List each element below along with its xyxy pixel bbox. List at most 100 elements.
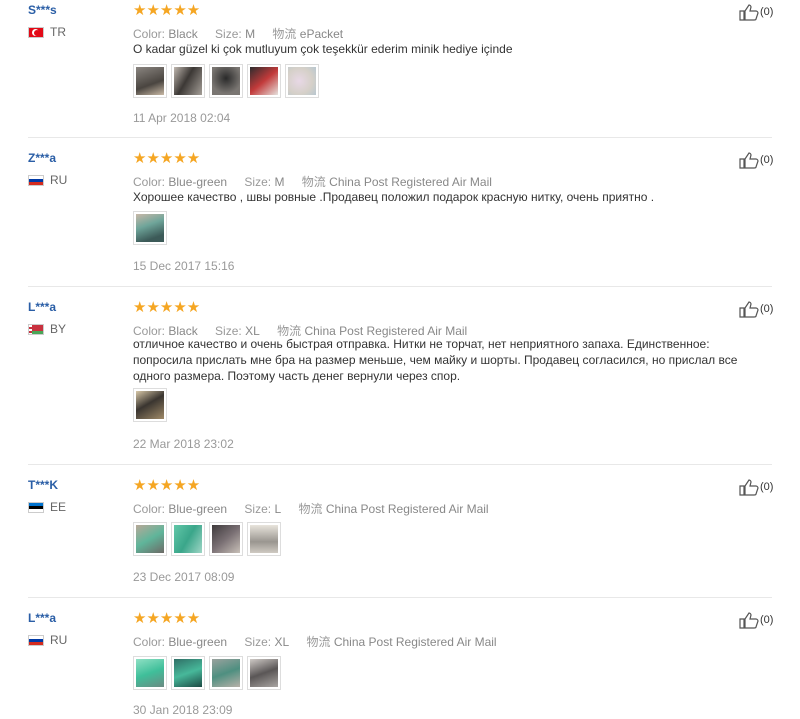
reviewer-name[interactable]: L***a (28, 300, 56, 314)
review-date: 22 Mar 2018 23:02 (133, 437, 234, 451)
shipping-value: China Post Registered Air Mail (329, 175, 492, 189)
helpful-count: (0) (760, 614, 774, 626)
review-photo[interactable] (171, 522, 205, 556)
review-text: Хорошее качество , швы ровные .Продавец … (133, 190, 655, 204)
helpful-count: (0) (760, 303, 774, 315)
country-code: RU (50, 173, 68, 187)
size-label: Size: (244, 635, 272, 649)
reviewer-country: TR (28, 25, 66, 39)
color-label: Color: (133, 175, 166, 189)
review-photo[interactable] (171, 64, 205, 98)
review-date: 23 Dec 2017 08:09 (133, 570, 235, 584)
helpful-count: (0) (760, 154, 774, 166)
review-photo[interactable] (171, 656, 205, 690)
color-label: Color: (133, 502, 166, 516)
review-photo[interactable] (133, 64, 167, 98)
color-value: Black (168, 27, 198, 41)
review-divider (28, 286, 772, 287)
thumbs-up-icon (739, 301, 759, 318)
review-text: отличное качество и очень быстрая отправ… (133, 337, 738, 383)
helpful-count: (0) (760, 481, 774, 493)
country-code: EE (50, 500, 67, 514)
reviewer-name[interactable]: Z***a (28, 151, 56, 165)
review-attributes: Color: Blue-green Size: M 物流 China Post … (133, 173, 506, 190)
review-photo[interactable] (247, 656, 281, 690)
flag-ee-icon (28, 501, 44, 513)
country-code: BY (50, 322, 67, 336)
size-label: Size: (244, 175, 272, 189)
reviewer-name[interactable]: T***K (28, 478, 58, 492)
flag-ru-icon (28, 634, 44, 646)
review-photo[interactable] (209, 64, 243, 98)
review-photos (133, 656, 281, 690)
shipping-value: China Post Registered Air Mail (333, 635, 497, 649)
shipping-label: 物流 (298, 502, 323, 516)
helpful-button[interactable]: (0) (739, 478, 773, 496)
review-attributes: Color: Black Size: M 物流 ePacket (133, 25, 357, 42)
reviewer-name[interactable]: S***s (28, 3, 57, 17)
review-text: O kadar güzel ki çok mutluyum çok teşekk… (133, 42, 513, 56)
size-value: M (245, 27, 256, 41)
review-date: 30 Jan 2018 23:09 (133, 703, 233, 717)
color-value: Blue-green (168, 635, 228, 649)
thumbs-up-icon (739, 479, 759, 496)
shipping-value: ePacket (299, 27, 344, 41)
color-label: Color: (133, 635, 166, 649)
size-value: XL (274, 635, 290, 649)
review-date: 11 Apr 2018 02:04 (133, 111, 231, 125)
country-code: TR (50, 25, 66, 39)
reviewer-country: RU (28, 173, 67, 187)
review-divider (28, 597, 772, 598)
review-attributes: Color: Blue-green Size: XL 物流 China Post… (133, 633, 511, 650)
thumbs-up-icon (739, 612, 759, 629)
country-code: RU (50, 633, 68, 647)
star-rating: ★★★★★ (133, 2, 201, 19)
review-photo[interactable] (247, 522, 281, 556)
review-photo[interactable] (133, 211, 167, 245)
flag-tr-icon (28, 26, 44, 38)
review-divider (28, 137, 772, 138)
review-photo[interactable] (133, 656, 167, 690)
thumbs-up-icon (739, 4, 759, 21)
review-photo[interactable] (247, 64, 281, 98)
reviewer-country: BY (28, 322, 66, 336)
reviewer-country: RU (28, 633, 67, 647)
color-value: Blue-green (168, 175, 228, 189)
color-value: Blue-green (168, 502, 228, 516)
review-photo[interactable] (133, 388, 167, 422)
shipping-label: 物流 (272, 27, 297, 41)
star-rating: ★★★★★ (133, 150, 201, 167)
review-photos (133, 211, 167, 245)
color-label: Color: (133, 27, 166, 41)
review-attributes: Color: Blue-green Size: L 物流 China Post … (133, 500, 503, 517)
shipping-label: 物流 (301, 175, 326, 189)
helpful-button[interactable]: (0) (739, 151, 773, 169)
helpful-button[interactable]: (0) (739, 611, 773, 629)
size-label: Size: (244, 502, 272, 516)
review-photo[interactable] (133, 522, 167, 556)
star-rating: ★★★★★ (133, 299, 201, 316)
shipping-value: China Post Registered Air Mail (325, 502, 489, 516)
review-photo[interactable] (209, 656, 243, 690)
star-rating: ★★★★★ (133, 610, 201, 627)
shipping-label: 物流 (306, 635, 331, 649)
reviewer-name[interactable]: L***a (28, 611, 56, 625)
review-divider (28, 464, 772, 465)
helpful-button[interactable]: (0) (739, 3, 773, 21)
reviewer-country: EE (28, 500, 66, 514)
size-label: Size: (215, 27, 242, 41)
flag-by-icon (28, 323, 44, 335)
helpful-count: (0) (760, 6, 774, 18)
review-photo[interactable] (209, 522, 243, 556)
star-rating: ★★★★★ (133, 477, 201, 494)
review-date: 15 Dec 2017 15:16 (133, 259, 235, 273)
flag-ru-icon (28, 174, 44, 186)
thumbs-up-icon (739, 152, 759, 169)
size-value: L (274, 502, 282, 516)
review-photos (133, 522, 281, 556)
helpful-button[interactable]: (0) (739, 300, 773, 318)
review-photos (133, 64, 319, 98)
size-value: M (274, 175, 285, 189)
review-photos (133, 388, 167, 422)
review-photo[interactable] (285, 64, 319, 98)
